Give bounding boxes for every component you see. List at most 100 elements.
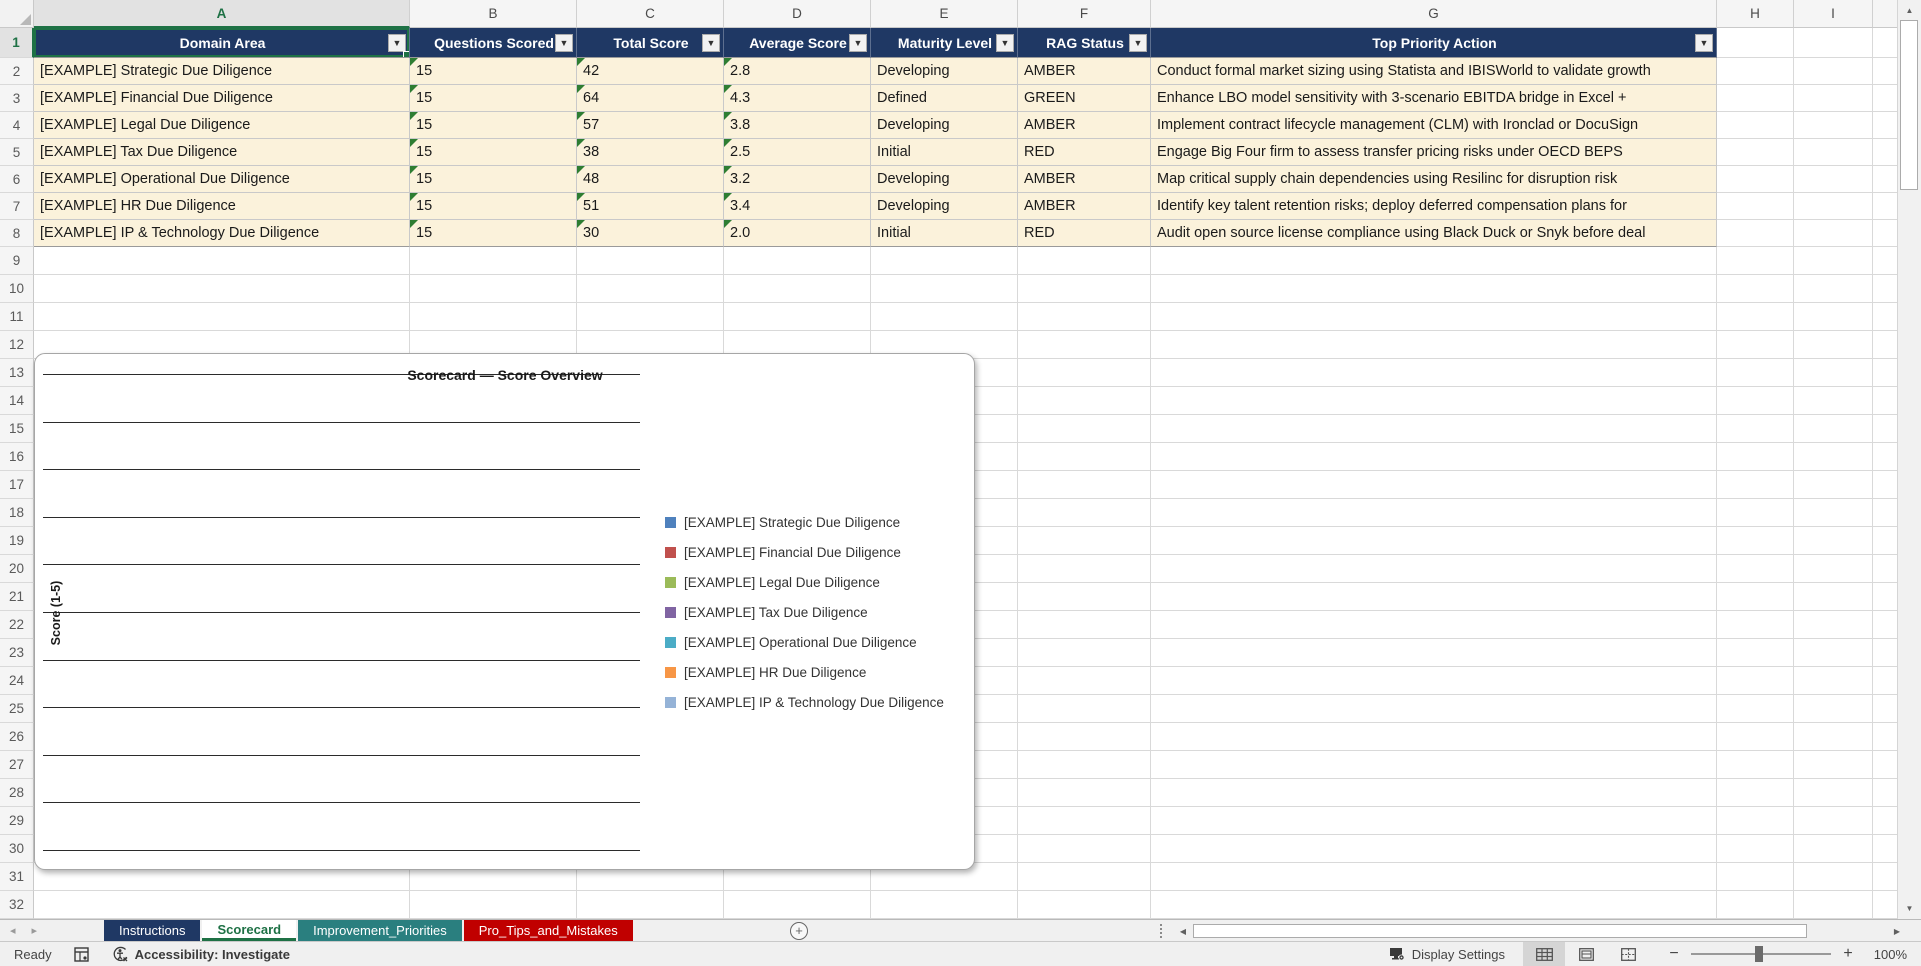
cell-I3[interactable] [1794, 85, 1873, 112]
row-header-31[interactable]: 31 [0, 863, 34, 891]
cell-F13[interactable] [1018, 359, 1151, 387]
cell-E2[interactable]: Developing [871, 58, 1018, 85]
cell-F8[interactable]: RED [1018, 220, 1151, 247]
cell-H7[interactable] [1717, 193, 1794, 220]
cell-I28[interactable] [1794, 779, 1873, 807]
cell-A1[interactable]: Domain Area ▼ [34, 28, 410, 58]
cell-H26[interactable] [1717, 723, 1794, 751]
cell-I26[interactable] [1794, 723, 1873, 751]
row-header-22[interactable]: 22 [0, 611, 34, 639]
cell-A7[interactable]: [EXAMPLE] HR Due Diligence [34, 193, 410, 220]
cell-F9[interactable] [1018, 247, 1151, 275]
cell-F24[interactable] [1018, 667, 1151, 695]
column-header-F[interactable]: F [1018, 0, 1151, 28]
tab-scroll-right-icon[interactable]: ▸ [32, 924, 38, 937]
cell-C7[interactable]: 51 [577, 193, 724, 220]
cell-E32[interactable] [871, 891, 1018, 919]
page-layout-view-button[interactable] [1565, 942, 1607, 966]
cell-H4[interactable] [1717, 112, 1794, 139]
cell-D3[interactable]: 4.3 [724, 85, 871, 112]
cell-I6[interactable] [1794, 166, 1873, 193]
cell-F26[interactable] [1018, 723, 1151, 751]
row-header-30[interactable]: 30 [0, 835, 34, 863]
cell-C6[interactable]: 48 [577, 166, 724, 193]
cell-C32[interactable] [577, 891, 724, 919]
cell-C1[interactable]: Total Score ▼ [577, 28, 724, 58]
cell-F12[interactable] [1018, 331, 1151, 359]
cell-I7[interactable] [1794, 193, 1873, 220]
cell-D5[interactable]: 2.5 [724, 139, 871, 166]
cell-H18[interactable] [1717, 499, 1794, 527]
cell-D10[interactable] [724, 275, 871, 303]
cell-F16[interactable] [1018, 443, 1151, 471]
cell-I30[interactable] [1794, 835, 1873, 863]
cell-H21[interactable] [1717, 583, 1794, 611]
cell-G18[interactable] [1151, 499, 1717, 527]
cell-E10[interactable] [871, 275, 1018, 303]
row-header-24[interactable]: 24 [0, 667, 34, 695]
cell-I11[interactable] [1794, 303, 1873, 331]
normal-view-button[interactable] [1523, 941, 1565, 966]
cell-H32[interactable] [1717, 891, 1794, 919]
row-header-14[interactable]: 14 [0, 387, 34, 415]
column-header-G[interactable]: G [1151, 0, 1717, 28]
tab-scroll-left-icon[interactable]: ◂ [10, 924, 16, 937]
cell-D6[interactable]: 3.2 [724, 166, 871, 193]
cell-B10[interactable] [410, 275, 577, 303]
cell-H6[interactable] [1717, 166, 1794, 193]
legend-item[interactable]: [EXAMPLE] Operational Due Diligence [665, 627, 944, 657]
cell-I22[interactable] [1794, 611, 1873, 639]
vertical-scroll-thumb[interactable] [1900, 20, 1918, 190]
cell-G4[interactable]: Implement contract lifecycle management … [1151, 112, 1717, 139]
cell-C4[interactable]: 57 [577, 112, 724, 139]
legend-item[interactable]: [EXAMPLE] Tax Due Diligence [665, 597, 944, 627]
cell-B4[interactable]: 15 [410, 112, 577, 139]
scroll-left-icon[interactable]: ◀ [1175, 923, 1191, 939]
cell-F23[interactable] [1018, 639, 1151, 667]
cell-F3[interactable]: GREEN [1018, 85, 1151, 112]
cell-A9[interactable] [34, 247, 410, 275]
cell-D2[interactable]: 2.8 [724, 58, 871, 85]
sheet-tab-pro_tips_and_mistakes[interactable]: Pro_Tips_and_Mistakes [463, 920, 633, 941]
cell-H19[interactable] [1717, 527, 1794, 555]
row-header-23[interactable]: 23 [0, 639, 34, 667]
cell-G26[interactable] [1151, 723, 1717, 751]
scroll-down-icon[interactable]: ▼ [1898, 900, 1921, 917]
row-header-9[interactable]: 9 [0, 247, 34, 275]
scroll-right-icon[interactable]: ▶ [1889, 923, 1905, 939]
zoom-out-button[interactable]: − [1667, 945, 1681, 963]
cell-G16[interactable] [1151, 443, 1717, 471]
cell-E1[interactable]: Maturity Level ▼ [871, 28, 1018, 58]
legend-item[interactable]: [EXAMPLE] HR Due Diligence [665, 657, 944, 687]
cell-I8[interactable] [1794, 220, 1873, 247]
column-header-B[interactable]: B [410, 0, 577, 28]
row-header-3[interactable]: 3 [0, 85, 34, 112]
cell-D8[interactable]: 2.0 [724, 220, 871, 247]
row-header-20[interactable]: 20 [0, 555, 34, 583]
row-header-17[interactable]: 17 [0, 471, 34, 499]
cell-F14[interactable] [1018, 387, 1151, 415]
cell-I23[interactable] [1794, 639, 1873, 667]
cell-I15[interactable] [1794, 415, 1873, 443]
cell-B1[interactable]: Questions Scored ▼ [410, 28, 577, 58]
column-header-H[interactable]: H [1717, 0, 1794, 28]
cell-H31[interactable] [1717, 863, 1794, 891]
fill-handle[interactable] [403, 51, 409, 57]
cell-G23[interactable] [1151, 639, 1717, 667]
cell-G30[interactable] [1151, 835, 1717, 863]
cell-H3[interactable] [1717, 85, 1794, 112]
cell-H20[interactable] [1717, 555, 1794, 583]
filter-dropdown-icon[interactable]: ▼ [555, 33, 573, 52]
cell-E6[interactable]: Developing [871, 166, 1018, 193]
cell-F25[interactable] [1018, 695, 1151, 723]
cell-E9[interactable] [871, 247, 1018, 275]
legend-item[interactable]: [EXAMPLE] Strategic Due Diligence [665, 507, 944, 537]
row-header-7[interactable]: 7 [0, 193, 34, 220]
cell-F11[interactable] [1018, 303, 1151, 331]
column-header-E[interactable]: E [871, 0, 1018, 28]
cell-H24[interactable] [1717, 667, 1794, 695]
cell-B8[interactable]: 15 [410, 220, 577, 247]
filter-dropdown-icon[interactable]: ▼ [1129, 33, 1147, 52]
cell-F32[interactable] [1018, 891, 1151, 919]
cell-F21[interactable] [1018, 583, 1151, 611]
